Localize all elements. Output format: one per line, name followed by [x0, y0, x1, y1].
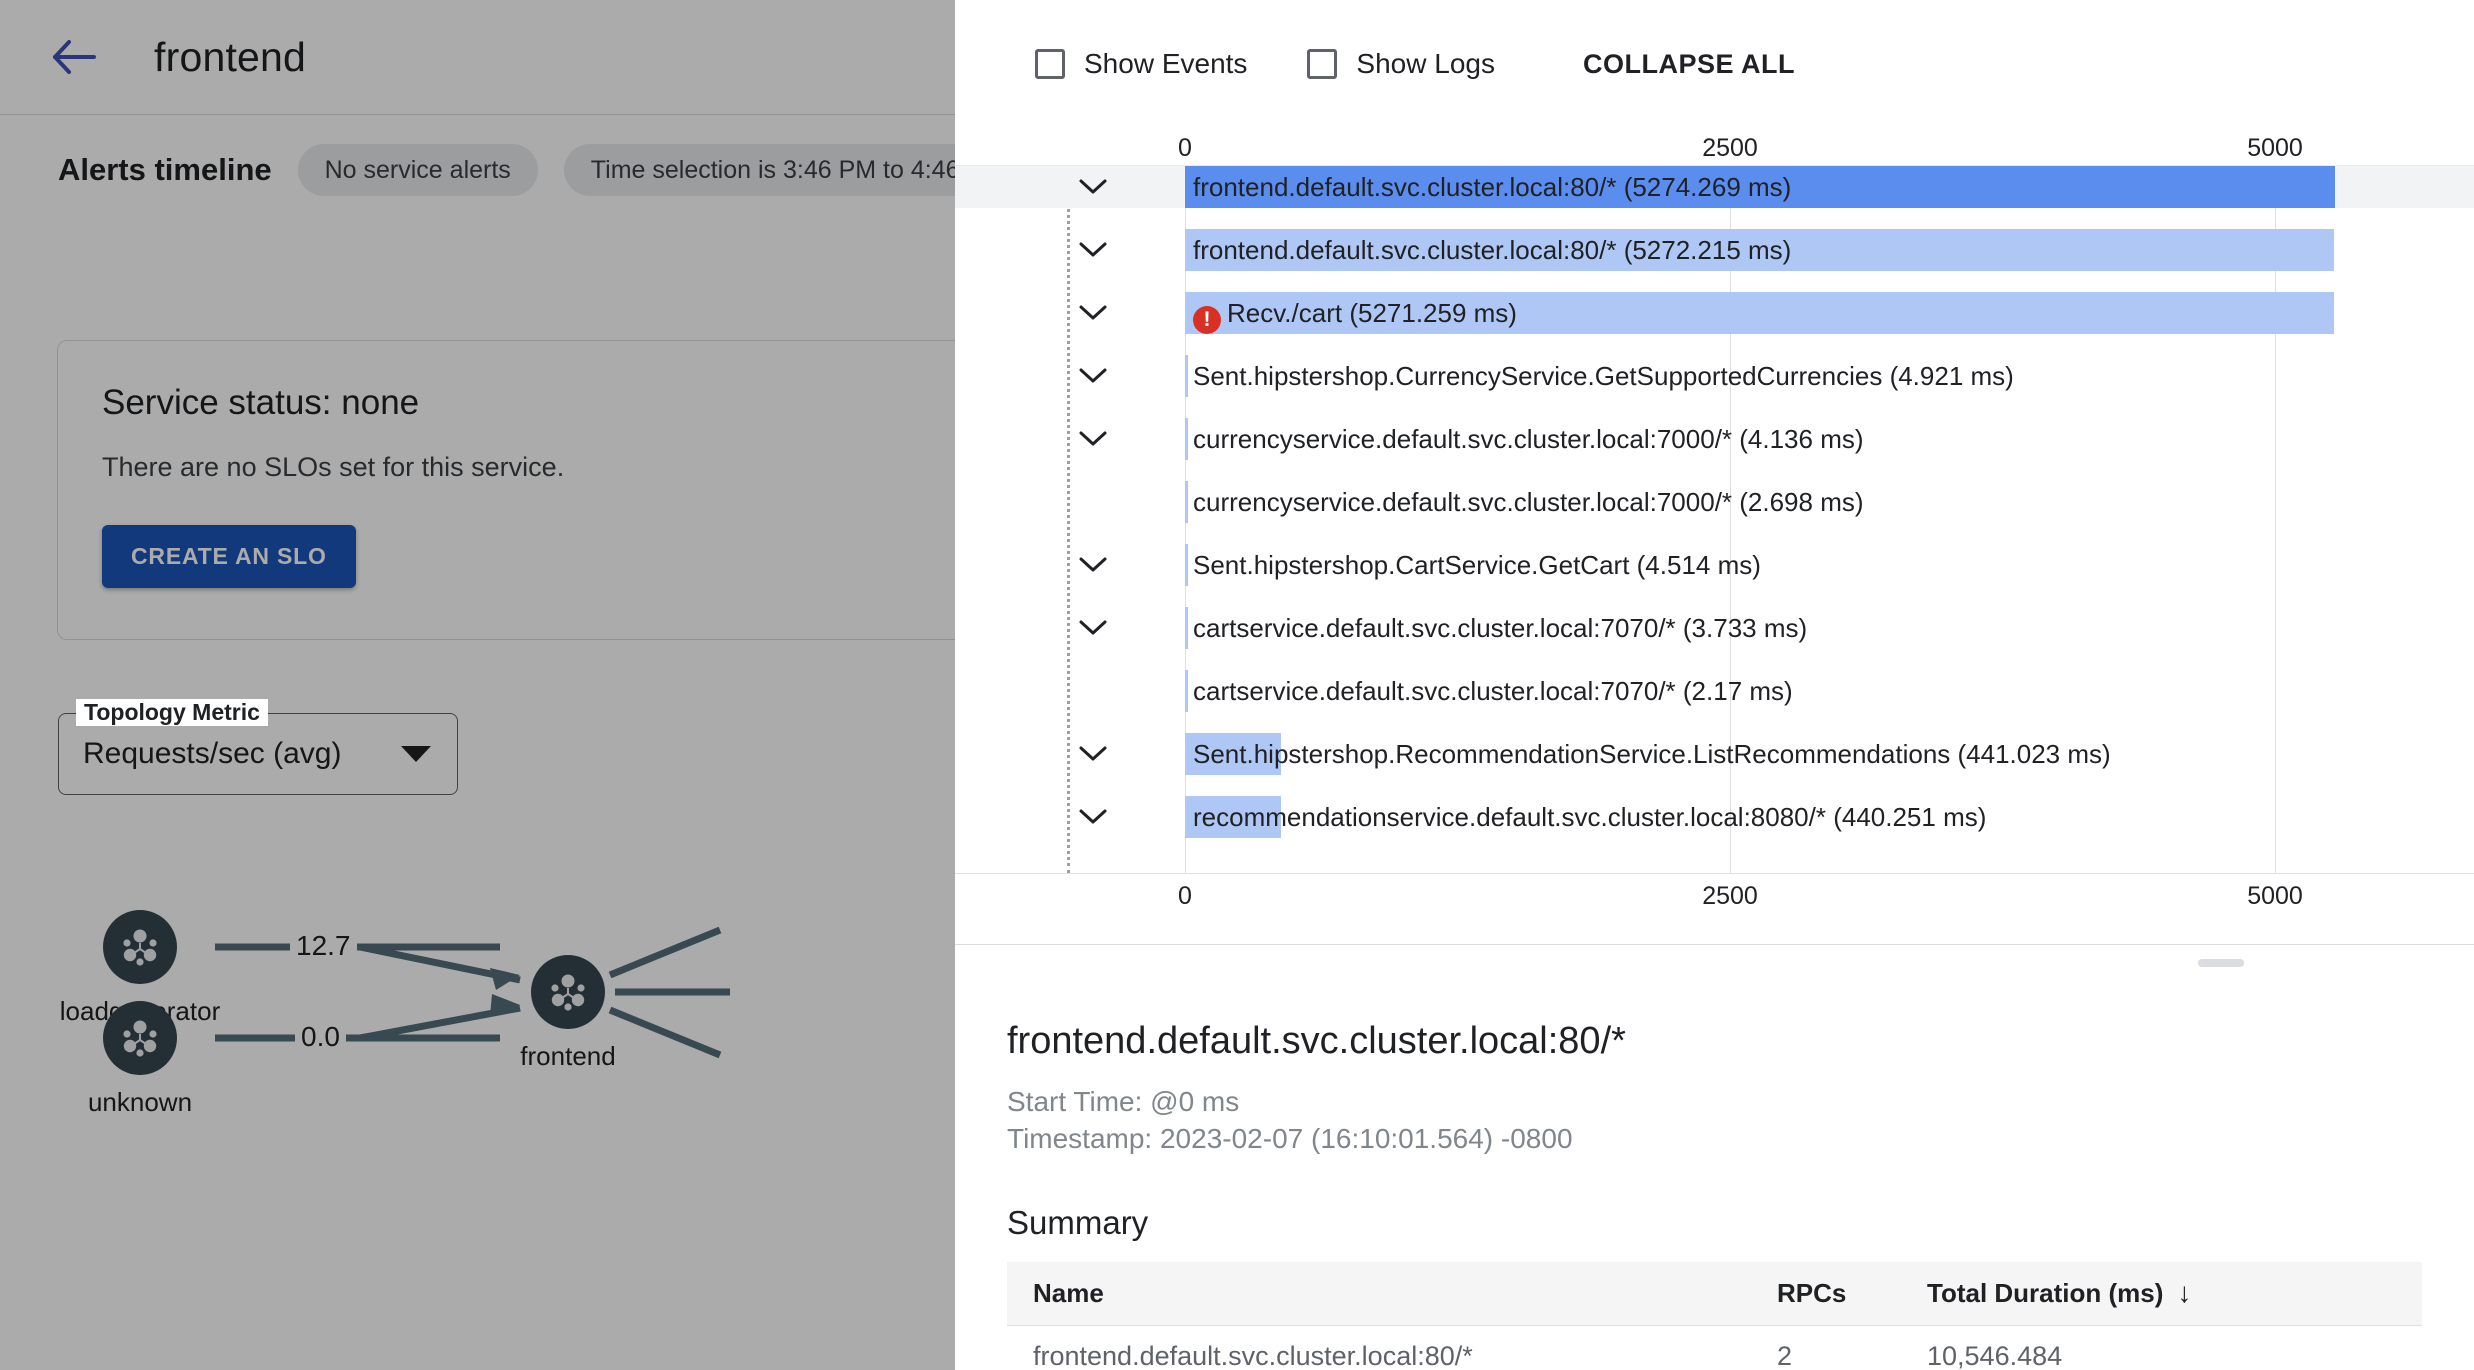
trace-row[interactable]: currencyservice.default.svc.cluster.loca…	[955, 481, 2474, 523]
table-row[interactable]: frontend.default.svc.cluster.local:80/* …	[1007, 1326, 2422, 1370]
checkbox-icon	[1307, 49, 1338, 79]
trace-span-label: Sent.hipstershop.RecommendationService.L…	[1193, 739, 2111, 769]
trace-span-label: recommendationservice.default.svc.cluste…	[1193, 802, 1987, 832]
cell-total-duration: 10,546.484	[1927, 1341, 2063, 1370]
error-icon: !	[1193, 306, 1221, 334]
axis-tick-label: 0	[1178, 882, 1192, 910]
chevron-down-icon[interactable]	[1076, 800, 1110, 834]
trace-span-label: Sent.hipstershop.CurrencyService.GetSupp…	[1193, 361, 2014, 391]
trace-span-label: currencyservice.default.svc.cluster.loca…	[1193, 424, 1864, 454]
chevron-down-icon[interactable]	[1076, 737, 1110, 771]
axis-tick-label: 0	[1178, 134, 1192, 162]
summary-heading: Summary	[1007, 1203, 1149, 1241]
axis-tick-label: 2500	[1702, 134, 1758, 162]
panel-splitter[interactable]	[955, 944, 2474, 945]
trace-span-bar[interactable]	[1185, 355, 1188, 397]
arrow-down-icon: ↓	[2177, 1277, 2192, 1309]
axis-tick-label: 5000	[2247, 134, 2303, 162]
span-title: frontend.default.svc.cluster.local:80/*	[1007, 1020, 1626, 1062]
trace-span-bar[interactable]	[1185, 418, 1188, 460]
trace-row[interactable]: frontend.default.svc.cluster.local:80/* …	[955, 229, 2474, 271]
show-logs-checkbox[interactable]: Show Logs	[1307, 48, 1495, 80]
summary-table-header: Name RPCs Total Duration (ms) ↓	[1007, 1261, 2422, 1326]
trace-rows-area: frontend.default.svc.cluster.local:80/* …	[955, 166, 2474, 873]
trace-row[interactable]: frontend.default.svc.cluster.local:80/* …	[955, 166, 2474, 208]
trace-span-bar[interactable]	[1185, 607, 1188, 649]
column-header-total-duration[interactable]: Total Duration (ms) ↓	[1927, 1277, 2347, 1309]
axis-tick-label: 5000	[2247, 882, 2303, 910]
trace-row[interactable]: cartservice.default.svc.cluster.local:70…	[955, 670, 2474, 712]
chevron-down-icon[interactable]	[1076, 359, 1110, 393]
trace-details-panel: Show Events Show Logs COLLAPSE ALL 0 2500…	[955, 0, 2474, 1370]
trace-row[interactable]: recommendationservice.default.svc.cluste…	[955, 796, 2474, 838]
trace-toolbar: Show Events Show Logs COLLAPSE ALL	[955, 0, 2474, 128]
column-header-rpcs[interactable]: RPCs	[1777, 1278, 1927, 1309]
chevron-down-icon[interactable]	[1076, 233, 1110, 267]
trace-span-bar[interactable]	[1185, 544, 1188, 586]
trace-row[interactable]: currencyservice.default.svc.cluster.loca…	[955, 418, 2474, 460]
trace-span-label: Sent.hipstershop.CartService.GetCart (4.…	[1193, 550, 1761, 580]
timeline-axis-bottom: 0 2500 5000	[955, 873, 2474, 913]
topology-metric-label: Topology Metric	[76, 699, 268, 726]
collapse-all-button[interactable]: COLLAPSE ALL	[1583, 49, 1795, 80]
trace-span-label: frontend.default.svc.cluster.local:80/* …	[1193, 235, 1792, 265]
span-details: frontend.default.svc.cluster.local:80/* …	[955, 980, 2474, 1370]
show-logs-label: Show Logs	[1356, 48, 1495, 79]
timeline-axis-top: 0 2500 5000	[955, 128, 2474, 165]
trace-row[interactable]: Sent.hipstershop.CurrencyService.GetSupp…	[955, 355, 2474, 397]
cell-rpcs: 2	[1777, 1341, 1793, 1370]
summary-table: Name RPCs Total Duration (ms) ↓ frontend.…	[1007, 1261, 2422, 1370]
checkbox-icon	[1035, 49, 1065, 79]
trace-row[interactable]: cartservice.default.svc.cluster.local:70…	[955, 607, 2474, 649]
cell-name: frontend.default.svc.cluster.local:80/*	[1033, 1341, 1473, 1370]
column-header-total-duration-label: Total Duration (ms)	[1927, 1278, 2164, 1309]
chevron-down-icon[interactable]	[1076, 422, 1110, 456]
span-meta: Start Time: @0 ms Timestamp: 2023-02-07 …	[1007, 1084, 2422, 1158]
show-events-checkbox[interactable]: Show Events	[1035, 48, 1247, 80]
modal-scrim[interactable]	[0, 0, 955, 1370]
trace-span-label: frontend.default.svc.cluster.local:80/* …	[1193, 172, 1792, 202]
span-start-time: Start Time: @0 ms	[1007, 1086, 1240, 1117]
chevron-down-icon[interactable]	[1076, 296, 1110, 330]
chevron-down-icon[interactable]	[1076, 548, 1110, 582]
panel-drag-handle[interactable]	[2198, 959, 2244, 967]
trace-span-label: cartservice.default.svc.cluster.local:70…	[1193, 676, 1793, 706]
column-header-name[interactable]: Name	[1007, 1278, 1777, 1309]
chevron-down-icon[interactable]	[1076, 611, 1110, 645]
axis-tick-label: 2500	[1702, 882, 1758, 910]
trace-row[interactable]: ! Recv./cart (5271.259 ms)	[955, 292, 2474, 334]
trace-row[interactable]: Sent.hipstershop.RecommendationService.L…	[955, 733, 2474, 775]
trace-span-label: cartservice.default.svc.cluster.local:70…	[1193, 613, 1808, 643]
chevron-down-icon[interactable]	[1076, 170, 1110, 204]
span-timestamp: Timestamp: 2023-02-07 (16:10:01.564) -08…	[1007, 1122, 1573, 1154]
trace-span-label: ! Recv./cart (5271.259 ms)	[1193, 292, 1517, 334]
show-events-label: Show Events	[1084, 48, 1248, 79]
trace-span-bar[interactable]	[1185, 670, 1188, 712]
trace-span-bar[interactable]	[1185, 481, 1188, 523]
trace-span-label: currencyservice.default.svc.cluster.loca…	[1193, 487, 1864, 517]
trace-row[interactable]: Sent.hipstershop.CartService.GetCart (4.…	[955, 544, 2474, 586]
screen-root: frontend Alerts timeline No service aler…	[0, 0, 2474, 1370]
